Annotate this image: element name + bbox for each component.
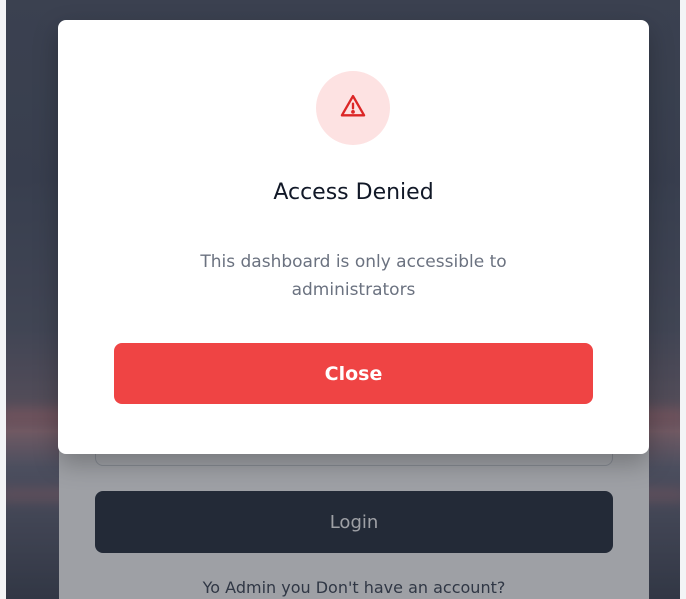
- modal-message: This dashboard is only accessible to adm…: [200, 252, 507, 300]
- warning-triangle-icon: [339, 92, 367, 124]
- close-button[interactable]: Close: [114, 343, 593, 404]
- page-edge-left: [0, 0, 6, 599]
- access-denied-modal: Access Denied This dashboard is only acc…: [58, 20, 649, 454]
- page-edge-right: [680, 0, 686, 599]
- modal-title: Access Denied: [273, 180, 434, 205]
- warning-badge: [316, 71, 390, 145]
